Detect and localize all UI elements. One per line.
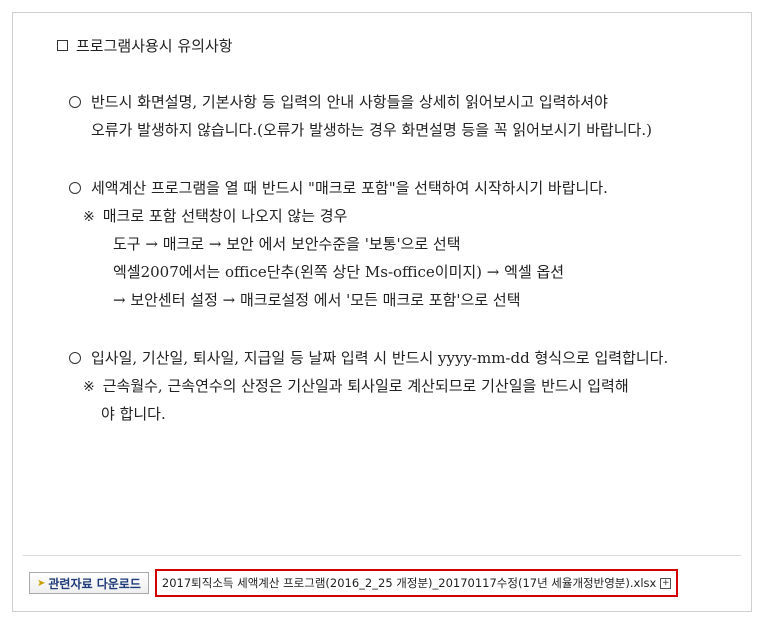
section-heading: 프로그램사용시 유의사항 — [57, 35, 233, 56]
circle-bullet-icon — [69, 352, 81, 364]
download-footer: ➤ 관련자료 다운로드 2017퇴직소득 세액계산 프로그램(2016_2_25… — [29, 569, 679, 597]
note-2-line-2: ※ 매크로 포함 선택창이 나오지 않는 경우 — [83, 207, 348, 225]
circle-bullet-icon — [69, 96, 81, 108]
circle-bullet-icon — [69, 182, 81, 194]
download-button-label: 관련자료 다운로드 — [48, 576, 141, 591]
note-2-line-4: 엑셀2007에서는 office단추(왼쪽 상단 Ms-office이미지) →… — [113, 263, 565, 281]
reference-mark: ※ — [83, 209, 95, 225]
attached-file-link[interactable]: 2017퇴직소득 세액계산 프로그램(2016_2_25 개정분)_201701… — [162, 575, 656, 591]
square-bullet-icon — [57, 40, 68, 51]
note-2-line-5: → 보안센터 설정 → 매크로설정 에서 '모든 매크로 포함'으로 선택 — [113, 291, 521, 309]
expand-plus-icon[interactable]: + — [660, 577, 672, 589]
section-heading-text: 프로그램사용시 유의사항 — [76, 37, 233, 55]
note-2-line-3: 도구 → 매크로 → 보안 에서 보안수준을 '보통'으로 선택 — [113, 235, 461, 253]
note-2-line-1: 세액계산 프로그램을 열 때 반드시 "매크로 포함"을 선택하여 시작하시기 … — [69, 177, 608, 198]
related-download-button[interactable]: ➤ 관련자료 다운로드 — [29, 572, 149, 594]
note-3-line-1: 입사일, 기산일, 퇴사일, 지급일 등 날짜 입력 시 반드시 yyyy-mm… — [69, 347, 668, 368]
note-1-line-1: 반드시 화면설명, 기본사항 등 입력의 안내 사항들을 상세히 읽어보시고 입… — [69, 91, 608, 112]
download-arrow-icon: ➤ — [37, 577, 46, 589]
note-3-line-3: 야 합니다. — [101, 405, 166, 423]
reference-mark: ※ — [83, 379, 95, 395]
notice-content: 프로그램사용시 유의사항 반드시 화면설명, 기본사항 등 입력의 안내 사항들… — [13, 13, 751, 541]
footer-divider — [23, 555, 741, 556]
attached-file-box: 2017퇴직소득 세액계산 프로그램(2016_2_25 개정분)_201701… — [154, 569, 679, 597]
notice-panel: 프로그램사용시 유의사항 반드시 화면설명, 기본사항 등 입력의 안내 사항들… — [12, 12, 752, 612]
note-1-line-2: 오류가 발생하지 않습니다.(오류가 발생하는 경우 화면설명 등을 꼭 읽어보… — [91, 121, 652, 139]
note-3-line-2: ※ 근속월수, 근속연수의 산정은 기산일과 퇴사일로 계산되므로 기산일을 반드… — [83, 377, 629, 395]
